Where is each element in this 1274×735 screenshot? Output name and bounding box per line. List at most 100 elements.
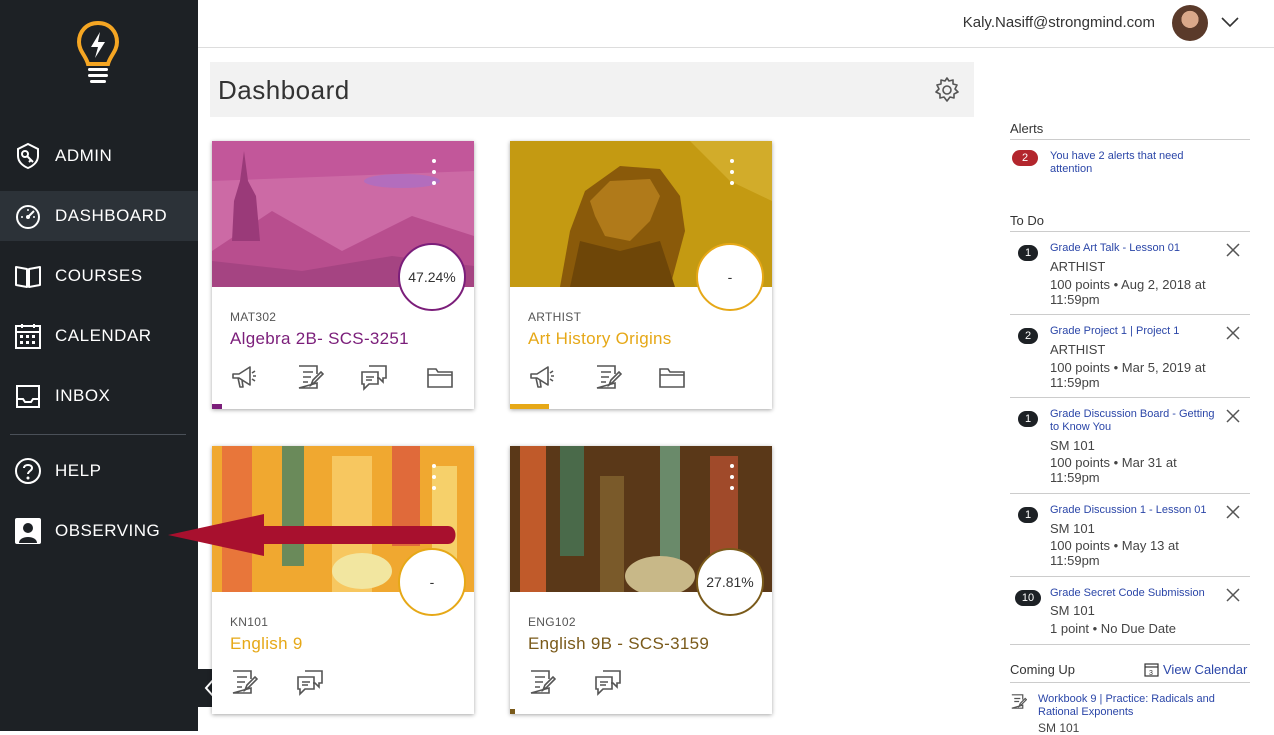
- course-name[interactable]: English 9B - SCS-3159: [528, 634, 709, 654]
- person-card-icon: [15, 518, 41, 544]
- nav-inbox[interactable]: INBOX: [0, 371, 198, 421]
- coming-up-item-link[interactable]: Workbook 9 | Practice: Radicals and Rati…: [1038, 693, 1238, 719]
- calendar-day: 3: [1149, 670, 1153, 677]
- book-icon: [15, 266, 41, 288]
- alerts-message-link[interactable]: You have 2 alerts that need attention: [1050, 150, 1210, 176]
- speedometer-icon: [16, 205, 40, 229]
- todo-item-link[interactable]: Grade Discussion 1 - Lesson 01: [1050, 504, 1222, 517]
- calendar-icon: 3: [1144, 663, 1159, 677]
- course-code: MAT302: [230, 310, 277, 324]
- discussion-icon[interactable]: [360, 363, 388, 391]
- course-name[interactable]: English 9: [230, 634, 303, 654]
- discussion-icon[interactable]: [594, 668, 622, 696]
- megaphone-icon[interactable]: [230, 363, 258, 391]
- course-card[interactable]: 47.24% MAT302 Algebra 2B- SCS-3251: [212, 141, 474, 409]
- grade-value: -: [429, 574, 435, 590]
- todo-item-link[interactable]: Grade Secret Code Submission: [1050, 587, 1222, 600]
- view-calendar-link[interactable]: 3 View Calendar: [1144, 662, 1247, 677]
- todo-item-meta: 100 points • Mar 5, 2019 at 11:59pm: [1050, 360, 1206, 390]
- grade-badge: 27.81%: [696, 548, 764, 616]
- lightbulb-logo-icon[interactable]: [76, 20, 120, 88]
- user-avatar[interactable]: [1172, 5, 1208, 41]
- todo-item-meta: 100 points • May 13 at 11:59pm: [1050, 538, 1179, 568]
- annotation-arrow: [168, 514, 456, 556]
- course-card[interactable]: - KN101 English 9: [212, 446, 474, 714]
- todo-item-course: ARTHIST: [1050, 342, 1106, 357]
- todo-title: To Do: [1010, 213, 1044, 228]
- nav-help-label: HELP: [55, 461, 102, 480]
- calendar-icon: [15, 324, 41, 349]
- nav-observing-label: OBSERVING: [55, 521, 161, 540]
- grade-value: 47.24%: [408, 269, 456, 285]
- nav-courses-label: COURSES: [55, 266, 143, 285]
- todo-item-meta: 100 points • Aug 2, 2018 at 11:59pm: [1050, 277, 1206, 307]
- discussion-icon[interactable]: [296, 668, 324, 696]
- nav-help[interactable]: HELP: [0, 446, 198, 496]
- nav-admin-label: ADMIN: [55, 146, 113, 165]
- course-progress-bar: [510, 404, 550, 409]
- nav-divider: [10, 434, 186, 435]
- course-code: ENG102: [528, 615, 576, 629]
- sidebar: ADMIN DASHBOARD COURSES CALENDAR INBOX H…: [0, 0, 198, 731]
- nav-inbox-label: INBOX: [55, 386, 111, 405]
- nav-dashboard[interactable]: DASHBOARD: [0, 191, 198, 241]
- alerts-divider: [1010, 139, 1250, 140]
- course-code: ARTHIST: [528, 310, 582, 324]
- todo-item: 10 Grade Secret Code Submission SM 101 1…: [1010, 577, 1250, 645]
- todo-item-course: ARTHIST: [1050, 259, 1106, 274]
- folder-icon[interactable]: [426, 363, 454, 391]
- todo-item-link[interactable]: Grade Art Talk - Lesson 01: [1050, 242, 1222, 255]
- nav-courses[interactable]: COURSES: [0, 251, 198, 301]
- nav-admin[interactable]: ADMIN: [0, 131, 198, 181]
- nav-dashboard-label: DASHBOARD: [55, 206, 168, 225]
- todo-count-badge: 10: [1015, 590, 1041, 606]
- folder-icon[interactable]: [658, 363, 686, 391]
- todo-item-link[interactable]: Grade Discussion Board - Getting to Know…: [1050, 408, 1222, 434]
- card-menu-icon[interactable]: [428, 159, 440, 185]
- nav-calendar[interactable]: CALENDAR: [0, 311, 198, 361]
- close-icon[interactable]: [1226, 326, 1240, 340]
- grade-value: 27.81%: [706, 574, 754, 590]
- todo-item-meta: 100 points • Mar 31 at 11:59pm: [1050, 455, 1177, 485]
- chevron-down-icon[interactable]: [1220, 14, 1240, 30]
- course-code: KN101: [230, 615, 269, 629]
- todo-item-course: SM 101: [1050, 603, 1095, 618]
- shield-key-icon: [17, 142, 39, 170]
- assignment-edit-icon: [1011, 694, 1027, 709]
- close-icon[interactable]: [1226, 588, 1240, 602]
- close-icon[interactable]: [1226, 505, 1240, 519]
- todo-item-link[interactable]: Grade Project 1 | Project 1: [1050, 325, 1222, 338]
- todo-item-course: SM 101: [1050, 521, 1095, 536]
- assignment-edit-icon[interactable]: [230, 668, 258, 696]
- todo-item-meta: 1 point • No Due Date: [1050, 621, 1176, 636]
- todo-count-badge: 1: [1018, 507, 1038, 523]
- course-progress-bar: [510, 709, 516, 714]
- megaphone-icon[interactable]: [528, 363, 556, 391]
- user-email[interactable]: Kaly.Nasiff@strongmind.com: [963, 14, 1155, 31]
- close-icon[interactable]: [1226, 243, 1240, 257]
- card-menu-icon[interactable]: [726, 464, 738, 490]
- grade-badge: 47.24%: [398, 243, 466, 311]
- card-menu-icon[interactable]: [726, 159, 738, 185]
- close-icon[interactable]: [1226, 409, 1240, 423]
- coming-up-divider: [1010, 682, 1250, 683]
- course-name[interactable]: Art History Origins: [528, 329, 672, 349]
- card-menu-icon[interactable]: [428, 464, 440, 490]
- course-name[interactable]: Algebra 2B- SCS-3251: [230, 329, 409, 349]
- view-calendar-label: View Calendar: [1163, 662, 1248, 677]
- assignment-edit-icon[interactable]: [296, 363, 324, 391]
- todo-count-badge: 2: [1018, 328, 1038, 344]
- alerts-title: Alerts: [1010, 121, 1044, 136]
- alerts-count-badge: 2: [1012, 150, 1038, 166]
- inbox-tray-icon: [16, 385, 40, 408]
- todo-count-badge: 1: [1018, 245, 1038, 261]
- page-title: Dashboard: [218, 75, 350, 105]
- assignment-edit-icon[interactable]: [528, 668, 556, 696]
- gear-icon[interactable]: [934, 77, 960, 103]
- course-card[interactable]: - ARTHIST Art History Origins: [510, 141, 772, 409]
- coming-up-title: Coming Up: [1010, 662, 1076, 677]
- course-card[interactable]: 27.81% ENG102 English 9B - SCS-3159: [510, 446, 772, 714]
- assignment-edit-icon[interactable]: [594, 363, 622, 391]
- grade-badge: -: [696, 243, 764, 311]
- help-circle-icon: [15, 458, 41, 484]
